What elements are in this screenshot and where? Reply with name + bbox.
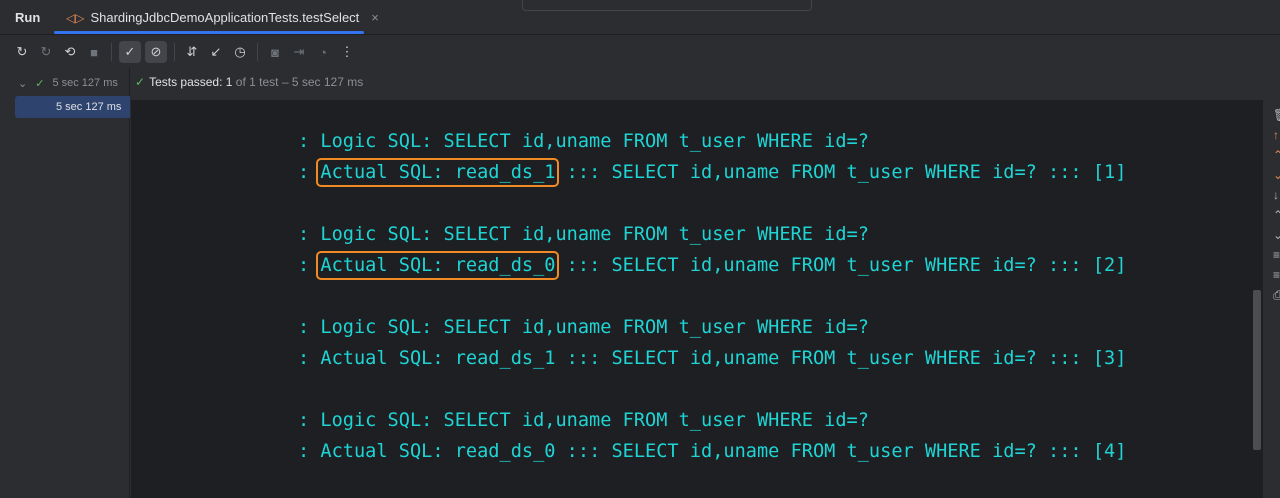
chevron-down-icon[interactable]: ⌄ (18, 77, 27, 90)
actual-sql-rest: ::: SELECT id,uname FROM t_user WHERE id… (555, 255, 1127, 276)
caret-down-icon[interactable]: ⌄ (1263, 228, 1280, 248)
divider (111, 43, 112, 61)
more-icon[interactable]: ⋮ (337, 42, 357, 62)
tree-item-selected[interactable]: 5 sec 127 ms (15, 96, 130, 118)
wrap-icon[interactable]: ≡ (1263, 248, 1280, 268)
actual-sql-rest: ::: SELECT id,uname FROM t_user WHERE id… (555, 162, 1127, 183)
scroll-end-icon[interactable]: ↓ (1263, 188, 1280, 208)
filter-icon[interactable]: ≡ (1263, 268, 1280, 288)
test-status-bar: ✓ Tests passed: 1 of 1 test – 5 sec 127 m… (131, 68, 1263, 100)
line-prefix: : (298, 348, 321, 369)
actual-sql-rest: ::: SELECT id,uname FROM t_user WHERE id… (555, 348, 1127, 369)
highlighted-datasource: Actual SQL: read_ds_0 (316, 251, 560, 280)
actual-sql-line: : Actual SQL: read_ds_0 ::: SELECT id,un… (298, 250, 1126, 281)
status-prefix: Tests passed: (149, 75, 226, 89)
show-passed-icon[interactable]: ✓ (119, 41, 141, 63)
up-stack-icon[interactable]: ↑ (1263, 128, 1280, 148)
run-title: Run (15, 10, 41, 25)
root-time: 5 sec 127 ms (52, 77, 118, 89)
logic-sql-line: : Logic SQL: SELECT id,uname FROM t_user… (298, 224, 869, 245)
tool-window-header: Run ◁▷ ShardingJdbcDemoApplicationTests.… (0, 0, 1280, 35)
sort-icon[interactable]: ⇵ (182, 42, 202, 62)
line-prefix: : (298, 162, 321, 183)
import-icon[interactable]: ⇥ (289, 42, 309, 62)
logic-sql-line: : Logic SQL: SELECT id,uname FROM t_user… (298, 131, 869, 152)
actual-sql-line: : Actual SQL: read_ds_1 ::: SELECT id,un… (298, 157, 1126, 188)
actual-sql-line: : Actual SQL: read_ds_0 ::: SELECT id,un… (298, 436, 1126, 467)
line-prefix: : (298, 255, 321, 276)
trash-icon[interactable]: 🗑 (1263, 108, 1280, 128)
actual-sql-line: : Actual SQL: read_ds_1 ::: SELECT id,un… (298, 343, 1126, 374)
check-icon: ✓ (135, 75, 146, 89)
rerun-failed-icon[interactable]: ↻ (36, 42, 56, 62)
check-icon: ✓ (35, 78, 45, 90)
tab-test-select[interactable]: ◁▷ ShardingJdbcDemoApplicationTests.test… (54, 0, 379, 35)
run-toolbar: ↻ ↻ ⟲ ■ ✓ ⊘ ⇵ ↙ ◷ ◙ ⇥ ◔ ⋮ (0, 36, 1280, 68)
collapse-icon[interactable]: ↙ (206, 42, 226, 62)
coverage-icon[interactable]: ◔ (313, 42, 333, 62)
divider (174, 43, 175, 61)
test-icon: ◁▷ (66, 10, 85, 25)
datasource: Actual SQL: read_ds_1 (320, 348, 556, 369)
close-icon[interactable]: × (371, 10, 379, 25)
datasource: Actual SQL: read_ds_0 (320, 441, 556, 462)
line-prefix: : (298, 441, 321, 462)
up-icon[interactable]: ⌃ (1263, 148, 1280, 168)
show-ignored-icon[interactable]: ⊘ (145, 41, 167, 63)
divider (257, 43, 258, 61)
status-suffix: of 1 test – 5 sec 127 ms (232, 75, 364, 89)
scrollbar[interactable] (1253, 290, 1261, 450)
tab-label: ShardingJdbcDemoApplicationTests.testSel… (90, 10, 360, 25)
logic-sql-line: : Logic SQL: SELECT id,uname FROM t_user… (298, 317, 869, 338)
screenshot-icon[interactable]: ◙ (265, 42, 285, 62)
test-tree: ⌄ ✓ 5 sec 127 ms 5 sec 127 ms (0, 68, 130, 498)
tree-root[interactable]: ⌄ ✓ 5 sec 127 ms (18, 77, 118, 90)
print-icon[interactable]: ⎙ (1263, 288, 1280, 308)
highlighted-datasource: Actual SQL: read_ds_1 (316, 158, 560, 187)
console-lines: : Logic SQL: SELECT id,uname FROM t_user… (298, 126, 1126, 498)
logic-sql-line: : Logic SQL: SELECT id,uname FROM t_user… (298, 410, 869, 431)
toggle-auto-test-icon[interactable]: ⟲ (60, 42, 80, 62)
notification-popup (522, 0, 812, 11)
history-icon[interactable]: ◷ (230, 42, 250, 62)
caret-up-icon[interactable]: ⌃ (1263, 208, 1280, 228)
console-output[interactable]: : Logic SQL: SELECT id,uname FROM t_user… (131, 100, 1263, 498)
console-side-toolbar: 🗑 ↑ ⌃ ⌄ ↓ ⌃ ⌄ ≡ ≡ ⎙ (1263, 100, 1280, 498)
stop-icon[interactable]: ■ (84, 42, 104, 62)
rerun-icon[interactable]: ↻ (12, 42, 32, 62)
actual-sql-rest: ::: SELECT id,uname FROM t_user WHERE id… (555, 441, 1127, 462)
down-icon[interactable]: ⌄ (1263, 168, 1280, 188)
